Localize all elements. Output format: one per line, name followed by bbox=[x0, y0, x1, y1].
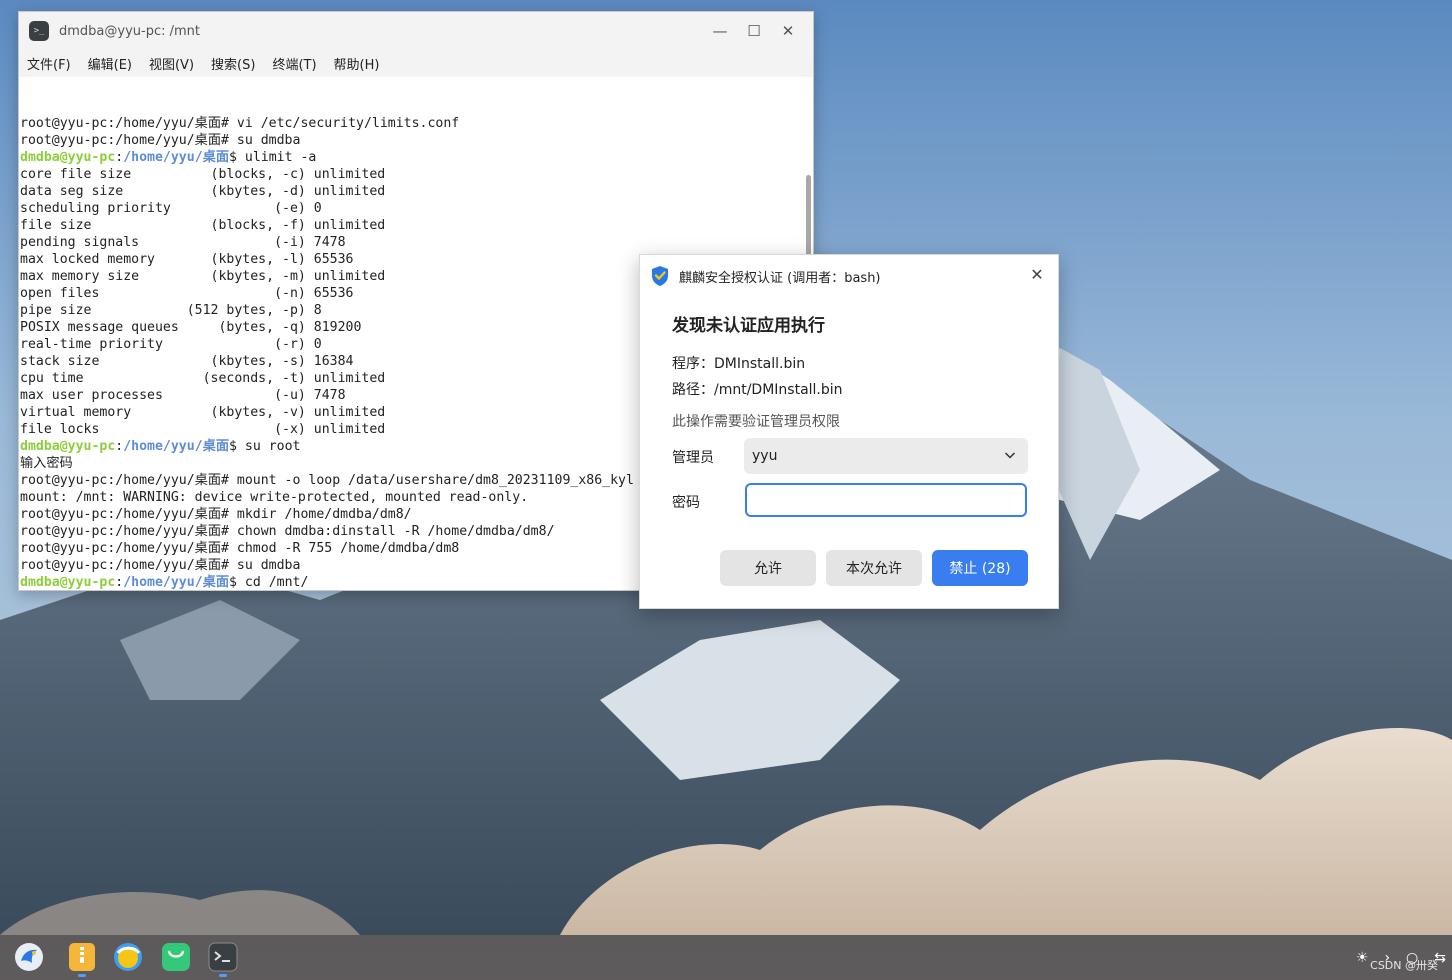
allow-button[interactable]: 允许 bbox=[720, 550, 816, 586]
prompt-user: dmdba@yyu-pc bbox=[20, 439, 116, 454]
prompt-user: dmdba@yyu-pc bbox=[20, 575, 116, 590]
command-text: $ cd /mnt/ bbox=[229, 575, 309, 590]
menu-view[interactable]: 视图(V) bbox=[149, 54, 194, 73]
terminal-line: pending signals (-i) 7478 bbox=[20, 235, 346, 250]
path-value: /mnt/DMInstall.bin bbox=[714, 382, 843, 398]
dialog-close-button[interactable]: ✕ bbox=[1026, 263, 1048, 285]
terminal-line: file size (blocks, -f) unlimited bbox=[20, 218, 386, 233]
path-row: 路径：/mnt/DMInstall.bin bbox=[672, 379, 843, 399]
prompt-user: dmdba@yyu-pc bbox=[20, 150, 116, 165]
menu-search[interactable]: 搜索(S) bbox=[211, 54, 255, 73]
prompt-path: /home/yyu/桌面 bbox=[123, 575, 230, 590]
program-label: 程序： bbox=[672, 356, 714, 372]
admin-label: 管理员 bbox=[672, 450, 714, 466]
file-manager-running-indicator bbox=[78, 974, 86, 977]
dialog-heading: 发现未认证应用执行 bbox=[672, 316, 825, 336]
permission-note: 此操作需要验证管理员权限 bbox=[672, 414, 840, 430]
start-menu-icon[interactable] bbox=[13, 941, 45, 973]
brightness-icon[interactable]: ☀ bbox=[1356, 950, 1369, 966]
taskbar: ☀ › ○ ⇆ bbox=[0, 935, 1452, 980]
terminal-menubar: 文件(F) 编辑(E) 视图(V) 搜索(S) 终端(T) 帮助(H) bbox=[19, 50, 813, 77]
menu-file[interactable]: 文件(F) bbox=[27, 54, 71, 73]
command-text: $ ulimit -a bbox=[229, 150, 317, 165]
auth-dialog[interactable]: 麒麟安全授权认证 (调用者：bash) ✕ 发现未认证应用执行 程序：DMIns… bbox=[639, 254, 1059, 609]
terminal-line: dmdba@yyu-pc:/home/yyu/桌面$ ulimit -a bbox=[20, 149, 813, 166]
watermark-text: CSDN @卅癸 bbox=[1370, 959, 1438, 972]
minimize-button[interactable]: — bbox=[703, 12, 737, 50]
terminal-app-icon: >_ bbox=[29, 21, 49, 41]
program-row: 程序：DMInstall.bin bbox=[672, 353, 805, 373]
command-text: $ su root bbox=[229, 439, 301, 454]
admin-selected-value: yyu bbox=[752, 448, 778, 464]
terminal-line: data seg size (kbytes, -d) unlimited bbox=[20, 184, 386, 199]
terminal-taskbar-icon[interactable] bbox=[207, 941, 239, 973]
menu-terminal[interactable]: 终端(T) bbox=[272, 54, 316, 73]
terminal-line: root@yyu-pc:/home/yyu/桌面# vi /etc/securi… bbox=[20, 116, 460, 131]
file-manager-icon[interactable] bbox=[66, 941, 98, 973]
prompt-path: /home/yyu/桌面 bbox=[123, 439, 230, 454]
deny-button[interactable]: 禁止 (28) bbox=[932, 550, 1028, 586]
shield-icon bbox=[652, 266, 668, 286]
menu-help[interactable]: 帮助(H) bbox=[334, 54, 380, 73]
software-store-icon[interactable] bbox=[160, 941, 192, 973]
browser-icon[interactable] bbox=[112, 941, 144, 973]
close-button[interactable]: ✕ bbox=[771, 12, 805, 50]
menu-edit[interactable]: 编辑(E) bbox=[88, 54, 132, 73]
chevron-down-icon bbox=[1004, 452, 1016, 459]
dialog-title: 麒麟安全授权认证 (调用者：bash) bbox=[679, 270, 881, 286]
path-label: 路径： bbox=[672, 382, 714, 398]
allow-once-button[interactable]: 本次允许 bbox=[826, 550, 922, 586]
window-title: dmdba@yyu-pc: /mnt bbox=[59, 23, 200, 39]
password-label: 密码 bbox=[672, 495, 700, 511]
terminal-line: scheduling priority (-e) 0 bbox=[20, 201, 322, 216]
program-value: DMInstall.bin bbox=[714, 356, 806, 372]
terminal-line: core file size (blocks, -c) unlimited bbox=[20, 167, 386, 182]
terminal-running-indicator bbox=[219, 974, 227, 977]
maximize-button[interactable]: ☐ bbox=[737, 12, 771, 50]
admin-select[interactable]: yyu bbox=[744, 438, 1028, 474]
password-input[interactable] bbox=[745, 483, 1027, 517]
terminal-titlebar[interactable]: >_ dmdba@yyu-pc: /mnt — ☐ ✕ bbox=[19, 12, 813, 50]
terminal-line: root@yyu-pc:/home/yyu/桌面# su dmdba bbox=[20, 133, 301, 148]
prompt-path: /home/yyu/桌面 bbox=[123, 150, 230, 165]
